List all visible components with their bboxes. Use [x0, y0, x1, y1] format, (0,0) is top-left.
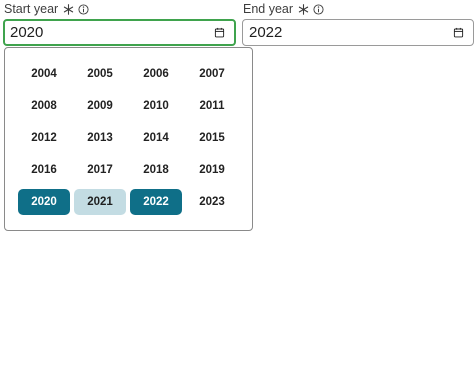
year-option[interactable]: 2004 [18, 61, 70, 87]
start-year-input[interactable]: 2020 [3, 19, 236, 46]
year-option[interactable]: 2017 [74, 157, 126, 183]
calendar-icon[interactable] [453, 27, 464, 38]
year-option[interactable]: 2008 [18, 93, 70, 119]
end-year-label: End year [243, 1, 324, 17]
end-year-label-text: End year [243, 2, 294, 16]
asterisk-icon [298, 3, 309, 15]
year-option[interactable]: 2012 [18, 125, 70, 151]
end-year-value[interactable]: 2022 [249, 24, 453, 41]
year-option[interactable]: 2007 [186, 61, 238, 87]
year-option[interactable]: 2009 [74, 93, 126, 119]
year-option[interactable]: 2006 [130, 61, 182, 87]
year-option[interactable]: 2023 [186, 189, 238, 215]
year-option[interactable]: 2018 [130, 157, 182, 183]
year-option[interactable]: 2013 [74, 125, 126, 151]
year-option[interactable]: 2014 [130, 125, 182, 151]
year-option[interactable]: 2015 [186, 125, 238, 151]
year-option[interactable]: 2016 [18, 157, 70, 183]
info-icon[interactable] [78, 3, 89, 15]
start-year-label-text: Start year [4, 2, 59, 16]
year-option[interactable]: 2010 [130, 93, 182, 119]
year-option-selected-end[interactable]: 2022 [130, 189, 182, 215]
start-year-label: Start year [4, 1, 89, 17]
year-option-selected-start[interactable]: 2020 [18, 189, 70, 215]
year-option[interactable]: 2019 [186, 157, 238, 183]
calendar-icon[interactable] [214, 27, 225, 38]
start-year-value[interactable]: 2020 [10, 24, 214, 41]
year-picker-dropdown: 2004 2005 2006 2007 2008 2009 2010 2011 … [4, 47, 253, 231]
year-option-in-range[interactable]: 2021 [74, 189, 126, 215]
year-option[interactable]: 2005 [74, 61, 126, 87]
asterisk-icon [64, 3, 74, 15]
end-year-input[interactable]: 2022 [242, 19, 474, 46]
info-icon[interactable] [313, 3, 324, 15]
year-option[interactable]: 2011 [186, 93, 238, 119]
